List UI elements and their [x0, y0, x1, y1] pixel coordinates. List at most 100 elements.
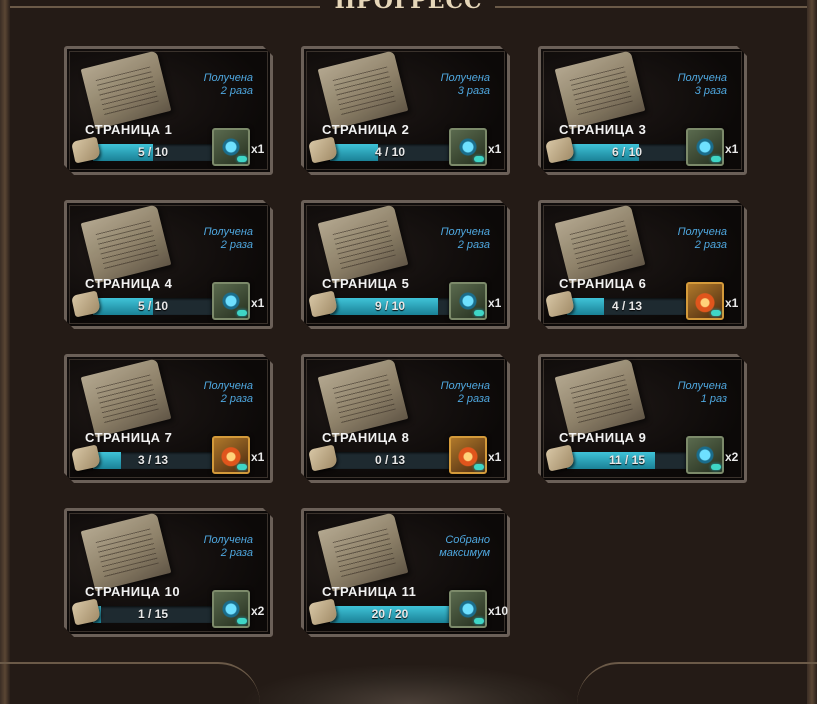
status-line-1: Получена [677, 72, 727, 84]
status-line-2: 2 раза [220, 239, 253, 251]
page-card-10[interactable]: Получена 2 раза СТРАНИЦА 10 1 / 15 x2 [64, 508, 273, 637]
progress-bar: 0 / 13 [330, 452, 450, 469]
card-status: Получена 3 раза [637, 72, 727, 98]
card-status: Получена 1 раз [637, 380, 727, 406]
status-line-1: Собрано [445, 534, 490, 546]
card-status: Получена 3 раза [400, 72, 490, 98]
key-icon [474, 618, 484, 624]
card-status: Получена 2 раза [163, 72, 253, 98]
status-line-2: 2 раза [457, 393, 490, 405]
progress-text: 11 / 15 [608, 453, 646, 467]
left-frame-border [0, 0, 10, 704]
status-line-1: Получена [203, 380, 253, 392]
status-line-2: 2 раза [457, 239, 490, 251]
status-line-2: 2 раза [220, 85, 253, 97]
reward-count: x10 [488, 604, 509, 618]
page-card-8[interactable]: Получена 2 раза СТРАНИЦА 8 0 / 13 x1 [301, 354, 510, 483]
page-label: СТРАНИЦА 3 [559, 122, 647, 137]
page-image [81, 358, 172, 437]
key-icon [474, 310, 484, 316]
page-label: СТРАНИЦА 6 [559, 276, 647, 291]
page-title: ПРОГРЕСС [334, 0, 483, 14]
progress-bar: 9 / 10 [330, 298, 450, 315]
card-status: Получена 2 раза [400, 226, 490, 252]
status-line-2: 2 раза [220, 547, 253, 559]
page-card-5[interactable]: Получена 2 раза СТРАНИЦА 5 9 / 10 x1 [301, 200, 510, 329]
page-card-4[interactable]: Получена 2 раза СТРАНИЦА 4 5 / 10 x1 [64, 200, 273, 329]
status-line-2: 2 раза [220, 393, 253, 405]
status-line-1: Получена [440, 380, 490, 392]
progress-text: 4 / 10 [374, 145, 406, 159]
progress-bar: 6 / 10 [567, 144, 687, 161]
progress-text: 4 / 13 [611, 299, 643, 313]
page-label: СТРАНИЦА 7 [85, 430, 173, 445]
reward-count: x1 [488, 450, 502, 464]
reward-count: x1 [488, 142, 502, 156]
key-icon [237, 464, 247, 470]
progress-text: 0 / 13 [374, 453, 406, 467]
reward-count: x1 [725, 296, 739, 310]
page-label: СТРАНИЦА 8 [322, 430, 410, 445]
status-line-1: Получена [677, 380, 727, 392]
page-label: СТРАНИЦА 1 [85, 122, 173, 137]
progress-bar: 5 / 10 [93, 144, 213, 161]
page-card-6[interactable]: Получена 2 раза СТРАНИЦА 6 4 / 13 x1 [538, 200, 747, 329]
key-icon [237, 618, 247, 624]
progress-text: 20 / 20 [371, 607, 409, 621]
progress-bar: 5 / 10 [93, 298, 213, 315]
card-status: Получена 2 раза [163, 380, 253, 406]
key-icon [474, 464, 484, 470]
key-icon [474, 156, 484, 162]
progress-text: 1 / 15 [137, 607, 169, 621]
page-image [81, 204, 172, 283]
progress-grid: Получена 2 раза СТРАНИЦА 1 5 / 10 x1 Пол… [64, 46, 747, 637]
page-image [81, 50, 172, 129]
progress-bar: 4 / 10 [330, 144, 450, 161]
page-image [318, 358, 409, 437]
card-status: Получена 2 раза [163, 534, 253, 560]
progress-text: 6 / 10 [611, 145, 643, 159]
page-label: СТРАНИЦА 2 [322, 122, 410, 137]
page-label: СТРАНИЦА 5 [322, 276, 410, 291]
reward-count: x1 [251, 450, 265, 464]
page-image [81, 512, 172, 591]
reward-count: x1 [251, 296, 265, 310]
page-image [555, 358, 646, 437]
progress-text: 9 / 10 [374, 299, 406, 313]
page-card-7[interactable]: Получена 2 раза СТРАНИЦА 7 3 / 13 x1 [64, 354, 273, 483]
page-label: СТРАНИЦА 11 [322, 584, 417, 599]
page-card-2[interactable]: Получена 3 раза СТРАНИЦА 2 4 / 10 x1 [301, 46, 510, 175]
status-line-1: Получена [203, 534, 253, 546]
status-line-1: Получена [203, 72, 253, 84]
status-line-1: Получена [440, 72, 490, 84]
page-image [555, 50, 646, 129]
page-card-3[interactable]: Получена 3 раза СТРАНИЦА 3 6 / 10 x1 [538, 46, 747, 175]
reward-count: x2 [725, 450, 739, 464]
page-card-9[interactable]: Получена 1 раз СТРАНИЦА 9 11 / 15 x2 [538, 354, 747, 483]
page-card-1[interactable]: Получена 2 раза СТРАНИЦА 1 5 / 10 x1 [64, 46, 273, 175]
page-image [318, 512, 409, 591]
reward-count: x1 [725, 142, 739, 156]
status-line-2: 3 раза [457, 85, 490, 97]
bottom-frame-arc-right [577, 662, 817, 704]
key-icon [237, 156, 247, 162]
reward-count: x2 [251, 604, 265, 618]
page-image [318, 204, 409, 283]
key-icon [237, 310, 247, 316]
page-label: СТРАНИЦА 9 [559, 430, 647, 445]
progress-text: 3 / 13 [137, 453, 169, 467]
key-icon [711, 310, 721, 316]
progress-bar: 3 / 13 [93, 452, 213, 469]
reward-count: x1 [251, 142, 265, 156]
card-status: Получена 2 раза [637, 226, 727, 252]
status-line-2: 3 раза [694, 85, 727, 97]
status-line-2: максимум [439, 547, 490, 559]
status-line-2: 2 раза [694, 239, 727, 251]
card-status: Собрано максимум [400, 534, 490, 560]
page-card-11[interactable]: Собрано максимум СТРАНИЦА 11 20 / 20 x10 [301, 508, 510, 637]
card-status: Получена 2 раза [400, 380, 490, 406]
progress-bar: 1 / 15 [93, 606, 213, 623]
progress-bar: 20 / 20 [330, 606, 450, 623]
page-image [318, 50, 409, 129]
progress-bar: 11 / 15 [567, 452, 687, 469]
